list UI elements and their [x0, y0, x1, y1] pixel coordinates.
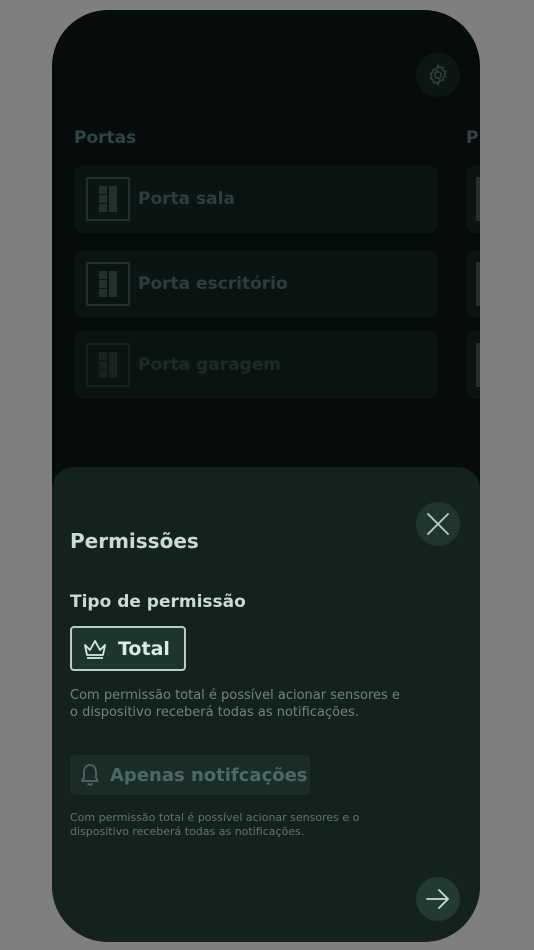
close-icon [427, 513, 449, 535]
door-icon [86, 343, 130, 387]
close-button[interactable] [416, 502, 460, 546]
door-item-sala[interactable]: Porta sala [74, 165, 438, 233]
option-notifications[interactable]: Apenas notifcações [70, 755, 310, 795]
option-notifications-description: Com permissão total é possível acionar s… [70, 811, 360, 838]
crown-icon [84, 639, 106, 659]
door-label: Porta sala [138, 189, 235, 209]
option-total-label: Total [118, 637, 170, 660]
arrow-right-icon [426, 889, 449, 909]
door-label: Porta garagem [138, 355, 281, 375]
option-total-description: Com permissão total é possível acionar s… [70, 688, 400, 720]
door-icon [86, 177, 130, 221]
next-section-card[interactable] [466, 250, 480, 318]
option-total[interactable]: Total [70, 626, 186, 671]
next-button[interactable] [416, 877, 460, 921]
next-section-card[interactable] [466, 331, 480, 399]
sheet-title: Permissões [70, 529, 199, 553]
door-icon [86, 262, 130, 306]
gear-icon [429, 63, 447, 87]
next-section-card[interactable] [466, 165, 480, 233]
door-item-garagem[interactable]: Porta garagem [74, 331, 438, 399]
door-item-escritorio[interactable]: Porta escritório [74, 250, 438, 318]
section-title-doors: Portas [74, 128, 137, 148]
option-notifications-label: Apenas notifcações [110, 764, 308, 786]
phone-screen: Portas P Porta sala Porta escritório Por… [52, 10, 480, 942]
section-title-next: P [466, 128, 479, 148]
bell-icon [81, 764, 99, 786]
permissions-sheet: Permissões Tipo de permissão Total Com p… [52, 467, 480, 942]
settings-button[interactable] [416, 53, 460, 97]
permission-type-heading: Tipo de permissão [70, 592, 246, 612]
door-label: Porta escritório [138, 274, 288, 294]
